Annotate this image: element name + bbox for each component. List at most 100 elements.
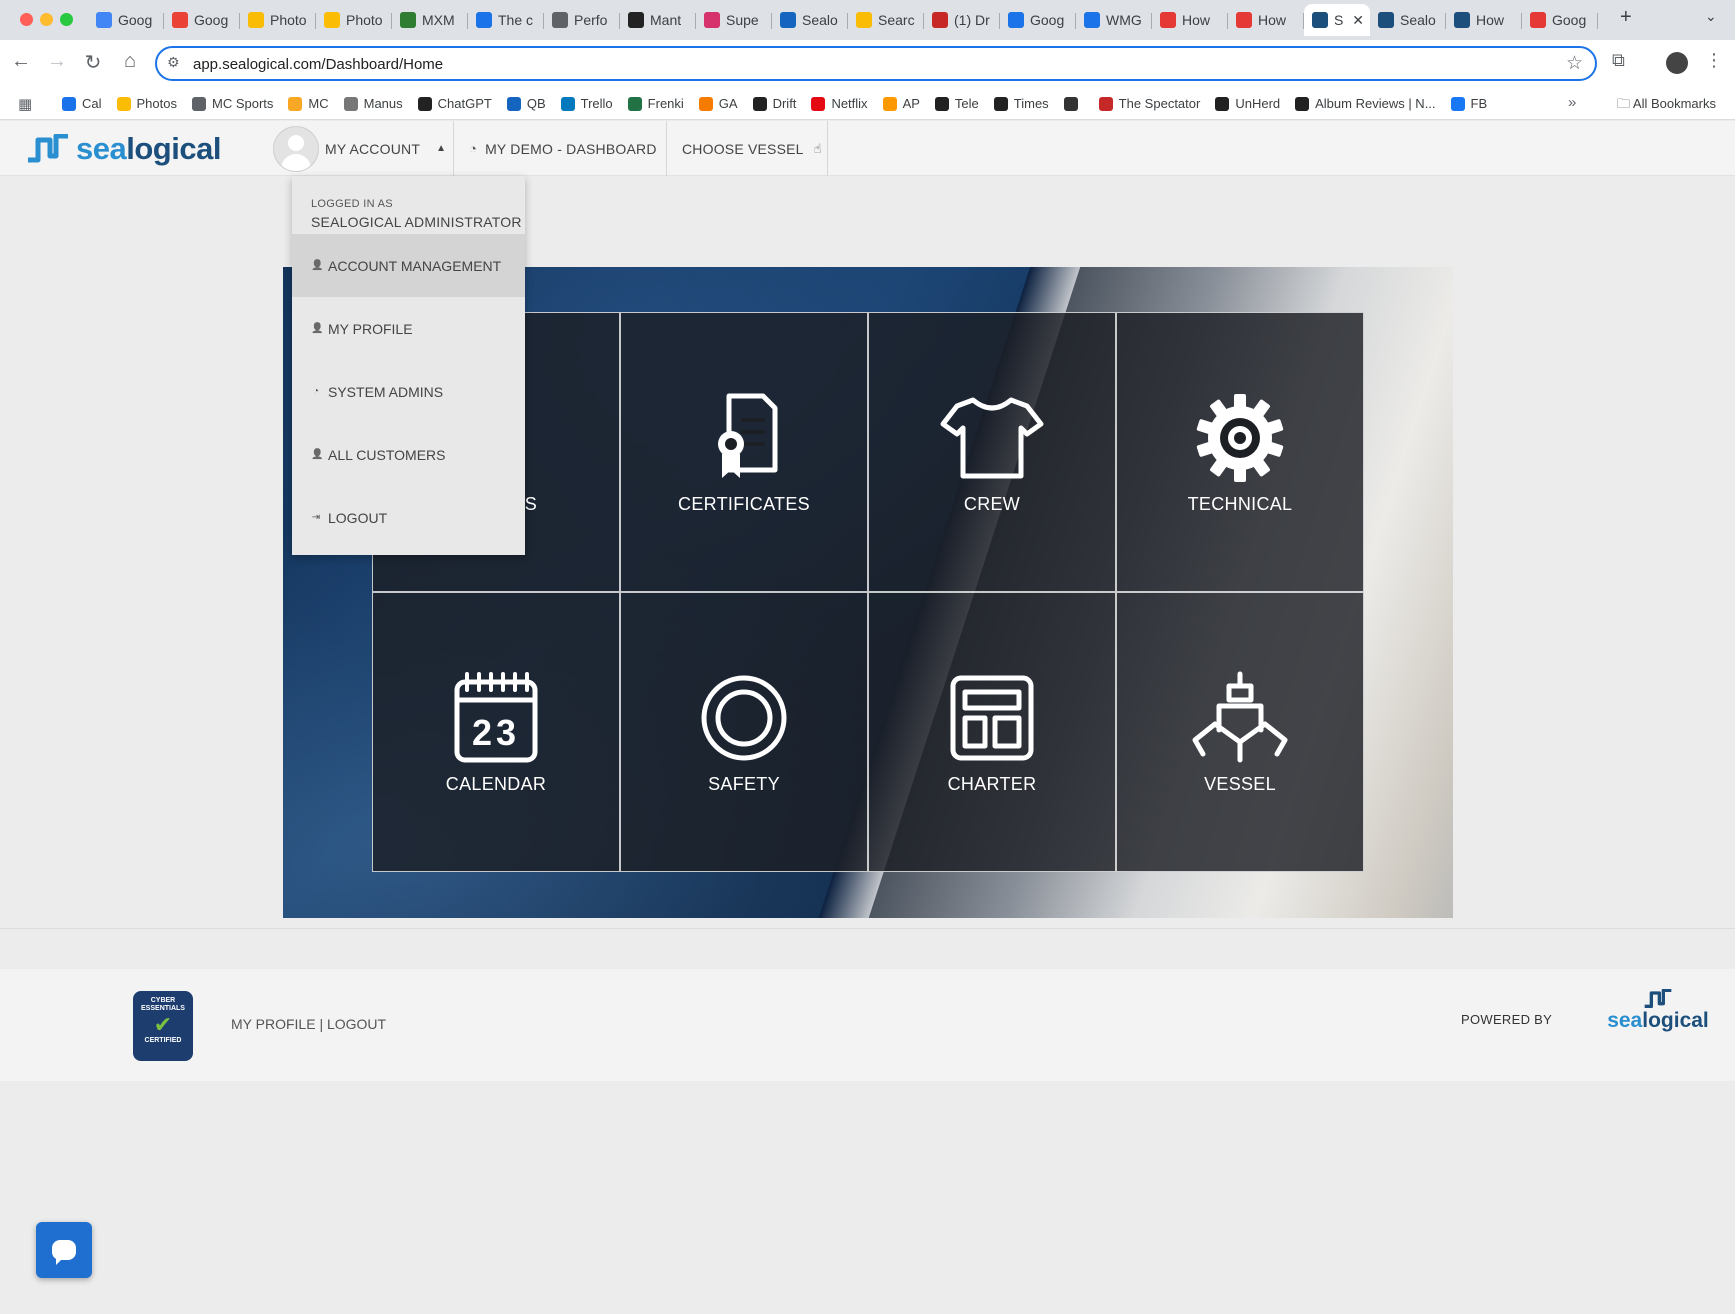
reload-icon[interactable]: ↻	[80, 50, 106, 75]
bookmark-item[interactable]: Netflix	[811, 96, 868, 111]
bookmark-item[interactable]: Manus	[343, 96, 403, 111]
dropdown-item-account-management[interactable]: 👤 ACCOUNT MANAGEMENT	[292, 234, 525, 297]
maximize-window-button[interactable]	[60, 13, 73, 26]
chat-widget-button[interactable]	[36, 1222, 92, 1278]
browser-tab[interactable]: Goog	[88, 4, 164, 36]
logo-mark-icon	[28, 134, 68, 163]
bookmark-item[interactable]: Times	[993, 96, 1049, 111]
browser-tab[interactable]: WMG	[1076, 4, 1152, 36]
bookmark-label: Album Reviews | N...	[1315, 96, 1436, 111]
bookmark-label: MC Sports	[212, 96, 274, 111]
more-bookmarks-icon[interactable]: »	[1568, 94, 1576, 111]
bookmark-favicon-icon	[627, 96, 642, 111]
bookmark-item[interactable]: Drift	[752, 96, 796, 111]
browser-tab[interactable]: MXM	[392, 4, 468, 36]
back-icon[interactable]: ←	[8, 50, 34, 73]
browser-tab[interactable]: Photo	[316, 4, 392, 36]
browser-tab[interactable]: How	[1446, 4, 1522, 36]
favicon-icon	[1530, 12, 1546, 28]
browser-tab[interactable]: Sealo	[1370, 4, 1446, 36]
bookmark-star-icon[interactable]: ☆	[1566, 52, 1583, 75]
browser-tab[interactable]: The c	[468, 4, 544, 36]
minimize-window-button[interactable]	[40, 13, 53, 26]
forward-icon[interactable]: →	[44, 50, 70, 73]
active-browser-tab[interactable]: S ✕	[1304, 4, 1370, 36]
bookmark-favicon-icon	[882, 96, 897, 111]
logo-text: sealogical	[76, 131, 221, 166]
browser-tab[interactable]: Searc	[848, 4, 924, 36]
bookmark-item[interactable]: AP	[882, 96, 920, 111]
tab-title: Mant	[650, 12, 682, 28]
browser-menu-icon[interactable]: ⋮	[1705, 50, 1723, 71]
tile-label: CERTIFICATES	[678, 493, 810, 514]
home-icon[interactable]: ⌂	[117, 50, 143, 73]
dropdown-item-label: MY PROFILE	[328, 320, 413, 337]
all-bookmarks-link[interactable]: 🗀 All Bookmarks	[1617, 95, 1716, 117]
tile-technical[interactable]: TECHNICAL	[1116, 312, 1364, 592]
close-window-button[interactable]	[20, 13, 33, 26]
dropdown-item-my-profile[interactable]: 👤 MY PROFILE	[292, 297, 525, 360]
bookmark-favicon-icon	[417, 96, 432, 111]
footer-links: MY PROFILE | LOGOUT	[231, 1016, 386, 1032]
browser-tab[interactable]: Photo	[240, 4, 316, 36]
my-account-menu[interactable]: MY ACCOUNT ▲	[273, 121, 454, 176]
favicon-icon	[780, 12, 796, 28]
tile-vessel[interactable]: VESSEL	[1116, 592, 1364, 872]
dropdown-item-logout[interactable]: ⇥ LOGOUT	[292, 486, 525, 549]
browser-tab[interactable]: Sealo	[772, 4, 848, 36]
bookmark-item[interactable]: Photos	[116, 96, 177, 111]
bookmark-item[interactable]: MC Sports	[192, 96, 273, 111]
browser-tab[interactable]: Mant	[620, 4, 696, 36]
choose-vessel-link[interactable]: CHOOSE VESSEL ☝	[668, 121, 828, 176]
bookmark-label: MC	[308, 96, 329, 111]
gear-icon	[1196, 393, 1284, 482]
bookmark-item[interactable]: The Spectator	[1098, 96, 1200, 111]
tile-safety[interactable]: SAFETY	[620, 592, 868, 872]
bookmark-label: ChatGPT	[437, 96, 492, 111]
dropdown-item-system-admins[interactable]: ◔ SYSTEM ADMINS	[292, 360, 525, 423]
new-tab-button[interactable]: +	[1620, 6, 1632, 29]
browser-tab[interactable]: Goog	[1000, 4, 1076, 36]
apps-grid-icon[interactable]: ▦	[18, 95, 32, 113]
browser-tab[interactable]: (1) Dr	[924, 4, 1000, 36]
browser-tab[interactable]: Goog	[164, 4, 240, 36]
extensions-icon[interactable]: ⧉	[1612, 50, 1625, 71]
bookmark-item[interactable]: Album Reviews | N...	[1295, 96, 1436, 111]
browser-tab[interactable]: Goog	[1522, 4, 1598, 36]
tile-certificates[interactable]: CERTIFICATES	[620, 312, 868, 592]
bookmark-item[interactable]: UnHerd	[1215, 96, 1280, 111]
bookmark-item[interactable]: GA	[698, 96, 738, 111]
demo-dashboard-link[interactable]: ◔ MY DEMO - DASHBOARD	[455, 121, 667, 176]
close-tab-icon[interactable]: ✕	[1352, 12, 1364, 29]
tile-charter[interactable]: CHARTER	[868, 592, 1116, 872]
browser-tab[interactable]: Supe	[696, 4, 772, 36]
bookmark-label: Netflix	[831, 96, 868, 111]
bookmark-item[interactable]: Cal	[62, 96, 102, 111]
profile-avatar[interactable]	[1666, 52, 1688, 74]
avatar	[273, 125, 319, 172]
address-bar[interactable]: ⚙ app.sealogical.com/Dashboard/Home ☆	[155, 46, 1597, 81]
browser-tab[interactable]: Perfo	[544, 4, 620, 36]
favicon-icon	[628, 12, 644, 28]
url-text[interactable]: app.sealogical.com/Dashboard/Home	[193, 56, 443, 73]
footer-logout-link[interactable]: LOGOUT	[327, 1016, 386, 1032]
footer-my-profile-link[interactable]: MY PROFILE	[231, 1016, 316, 1032]
bookmark-item[interactable]: FB	[1450, 96, 1487, 111]
my-account-label: MY ACCOUNT	[325, 140, 421, 157]
tab-search-button[interactable]: ⌄	[1705, 8, 1717, 25]
tile-calendar[interactable]: 23 CALENDAR	[372, 592, 620, 872]
tile-crew[interactable]: CREW	[868, 312, 1116, 592]
browser-tab[interactable]: How	[1228, 4, 1304, 36]
bookmark-item[interactable]: MC	[288, 96, 329, 111]
site-info-icon[interactable]: ⚙	[167, 54, 180, 71]
bookmark-item[interactable]: Frenki	[627, 96, 684, 111]
bookmark-item[interactable]: ChatGPT	[417, 96, 492, 111]
sealogical-logo[interactable]: sealogical	[26, 131, 221, 167]
favicon-icon	[1378, 12, 1394, 28]
dropdown-item-all-customers[interactable]: 👤 ALL CUSTOMERS	[292, 423, 525, 486]
bookmark-item[interactable]: QB	[506, 96, 546, 111]
bookmark-item[interactable]	[1063, 96, 1084, 111]
browser-tab[interactable]: How	[1152, 4, 1228, 36]
bookmark-item[interactable]: Tele	[934, 96, 979, 111]
bookmark-item[interactable]: Trello	[560, 96, 613, 111]
